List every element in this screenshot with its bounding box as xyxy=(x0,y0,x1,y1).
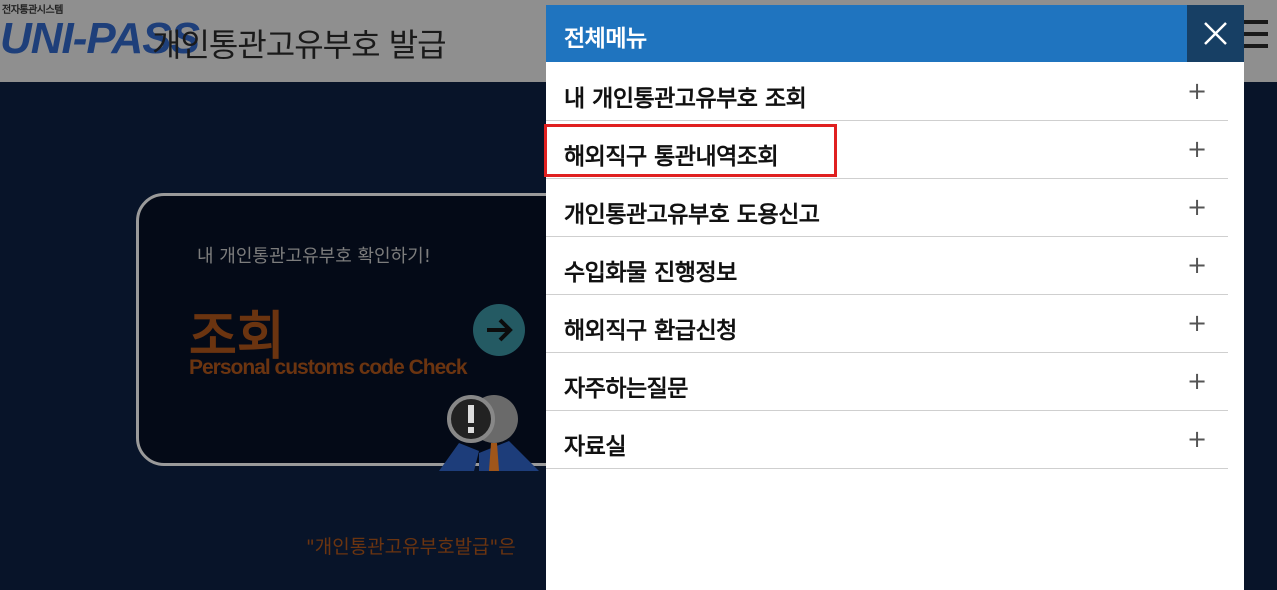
plus-icon[interactable]: + xyxy=(1187,193,1207,221)
menu-item-label: 내 개인통관고유부호 조회 xyxy=(564,86,807,112)
menu-item-faq[interactable]: 자주하는질문 + xyxy=(546,353,1228,411)
plus-icon[interactable]: + xyxy=(1187,77,1207,105)
plus-icon[interactable]: + xyxy=(1187,251,1207,279)
menu-header: 전체메뉴 xyxy=(546,5,1244,62)
close-icon xyxy=(1204,22,1227,45)
menu-item-theft-report[interactable]: 개인통관고유부호 도용신고 + xyxy=(546,179,1228,237)
plus-icon[interactable]: + xyxy=(1187,309,1207,337)
close-button[interactable] xyxy=(1187,5,1244,62)
menu-item-my-code-lookup[interactable]: 내 개인통관고유부호 조회 + xyxy=(546,63,1228,121)
menu-item-label: 수입화물 진행정보 xyxy=(564,260,737,286)
menu-item-label: 해외직구 환급신청 xyxy=(564,318,737,344)
menu-item-overseas-clearance-history[interactable]: 해외직구 통관내역조회 + xyxy=(544,121,1228,179)
menu-title: 전체메뉴 xyxy=(564,26,647,52)
menu-list: 내 개인통관고유부호 조회 + 해외직구 통관내역조회 + 개인통관고유부호 도… xyxy=(544,63,1228,469)
full-menu-panel: 전체메뉴 내 개인통관고유부호 조회 + 해외직구 통관내역조회 + 개인통관고… xyxy=(544,5,1244,590)
menu-item-import-cargo-progress[interactable]: 수입화물 진행정보 + xyxy=(546,237,1228,295)
hamburger-menu-icon[interactable] xyxy=(1244,20,1268,58)
menu-item-resources[interactable]: 자료실 + xyxy=(546,411,1228,469)
menu-item-refund-request[interactable]: 해외직구 환급신청 + xyxy=(546,295,1228,353)
card-subtitle: 내 개인통관고유부호 확인하기! xyxy=(197,246,431,267)
plus-icon[interactable]: + xyxy=(1187,135,1207,163)
plus-icon[interactable]: + xyxy=(1187,425,1207,453)
card-english-title: Personal customs code Check xyxy=(189,356,468,379)
plus-icon[interactable]: + xyxy=(1187,367,1207,395)
menu-item-label: 자료실 xyxy=(564,434,626,460)
footer-notice: "개인통관고유부호발급"은 xyxy=(306,536,516,558)
arrow-right-icon[interactable] xyxy=(473,304,525,356)
menu-item-label: 개인통관고유부호 도용신고 xyxy=(564,202,820,228)
page-title: 개인통관고유부호 발급 xyxy=(152,26,447,64)
menu-item-label: 해외직구 통관내역조회 xyxy=(564,144,779,170)
menu-item-label: 자주하는질문 xyxy=(564,376,688,402)
